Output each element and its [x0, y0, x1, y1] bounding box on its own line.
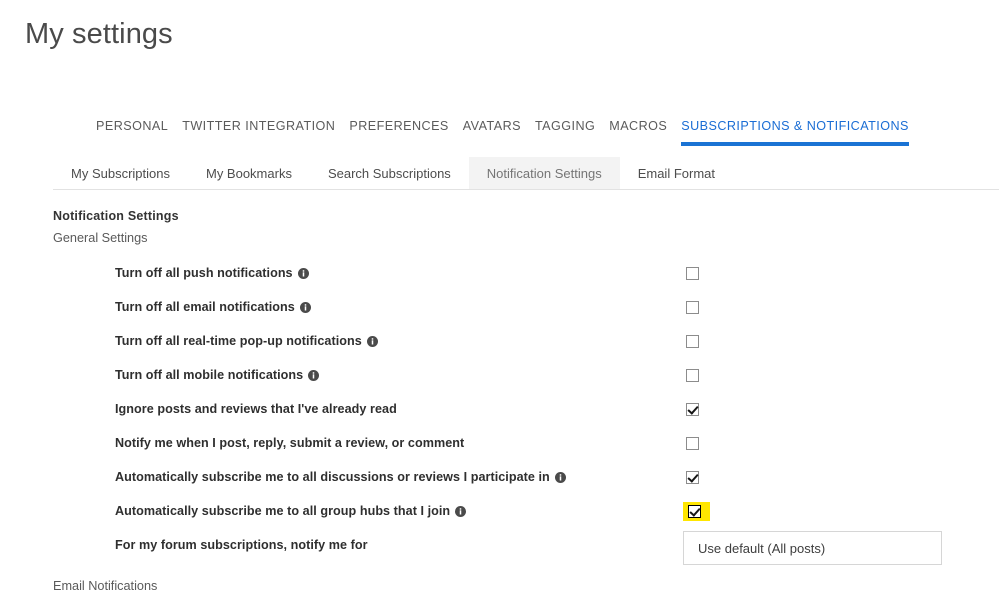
info-circle-icon[interactable]: [554, 472, 566, 483]
settings-row: Automatically subscribe me to all group …: [0, 494, 999, 528]
settings-row-label-text: Automatically subscribe me to all group …: [115, 504, 451, 518]
info-circle-icon[interactable]: [366, 336, 378, 347]
forum-subscription-select[interactable]: Use default (All posts): [683, 531, 942, 565]
checkbox-wrapper: [683, 265, 702, 282]
sub-nav: My Subscriptions My Bookmarks Search Subsc…: [53, 157, 999, 190]
primary-nav-item-0[interactable]: PERSONAL: [96, 118, 168, 134]
settings-row-label: Turn off all mobile notifications: [115, 368, 320, 382]
info-circle-icon[interactable]: [455, 506, 467, 517]
checkbox-wrapper: [683, 401, 702, 418]
settings-row-label-text: Turn off all email notifications: [115, 300, 295, 314]
settings-row-label: Ignore posts and reviews that I've alrea…: [115, 402, 397, 416]
settings-row-control: [683, 494, 710, 528]
settings-row-label: Notify me when I post, reply, submit a r…: [115, 436, 464, 450]
settings-checkbox[interactable]: [686, 470, 699, 484]
checkbox-wrapper: [683, 367, 702, 384]
settings-row-control: [683, 358, 702, 392]
settings-row: Ignore posts and reviews that I've alrea…: [0, 392, 999, 426]
settings-row-control: [683, 460, 702, 494]
settings-checkbox[interactable]: [686, 334, 699, 348]
primary-nav-item-5[interactable]: MACROS: [609, 118, 667, 134]
sub-nav-item-3[interactable]: Notification Settings: [468, 157, 620, 189]
sub-nav-item-0[interactable]: My Subscriptions: [53, 157, 188, 189]
sub-nav-item-4[interactable]: Email Format: [620, 157, 733, 189]
primary-nav-item-2[interactable]: PREFERENCES: [349, 118, 448, 134]
settings-row-label: Turn off all email notifications: [115, 300, 311, 314]
settings-row-label: For my forum subscriptions, notify me fo…: [115, 538, 368, 552]
primary-nav: PERSONAL TWITTER INTEGRATION PREFERENCES AV…: [96, 118, 909, 148]
settings-row-label-text: Turn off all real-time pop-up notificati…: [115, 334, 362, 348]
settings-row-label-text: Turn off all mobile notifications: [115, 368, 304, 382]
settings-row-label-text: Ignore posts and reviews that I've alrea…: [115, 402, 397, 416]
section-subtitle: General Settings: [53, 231, 148, 245]
checkbox-highlight-wrapper: [683, 501, 710, 521]
settings-row-label: Turn off all push notifications: [115, 266, 309, 280]
settings-row-control: [683, 256, 702, 290]
settings-row-control: [683, 290, 702, 324]
settings-row: Automatically subscribe me to all discus…: [0, 460, 999, 494]
settings-row: Turn off all push notifications: [0, 256, 999, 290]
settings-row-label-text: For my forum subscriptions, notify me fo…: [115, 538, 368, 552]
primary-nav-item-1[interactable]: TWITTER INTEGRATION: [182, 118, 335, 134]
primary-nav-item-4[interactable]: TAGGING: [535, 118, 595, 134]
checkbox-wrapper: [683, 333, 702, 350]
info-circle-icon[interactable]: [308, 370, 320, 381]
settings-checkbox[interactable]: [686, 402, 699, 416]
settings-row: Notify me when I post, reply, submit a r…: [0, 426, 999, 460]
sub-nav-item-1[interactable]: My Bookmarks: [188, 157, 310, 189]
checkbox-wrapper: [683, 435, 702, 452]
settings-checkbox[interactable]: [686, 368, 699, 382]
settings-row: Turn off all real-time pop-up notificati…: [0, 324, 999, 358]
settings-row-label: Automatically subscribe me to all group …: [115, 504, 467, 518]
settings-checkbox[interactable]: [686, 300, 699, 314]
info-circle-icon[interactable]: [299, 302, 311, 313]
settings-row: Turn off all email notifications: [0, 290, 999, 324]
settings-list: Turn off all push notifications Turn off …: [0, 256, 999, 562]
settings-row-control: [683, 324, 702, 358]
info-circle-icon[interactable]: [297, 268, 309, 279]
settings-row-control: [683, 392, 702, 426]
checkbox-wrapper: [683, 469, 702, 486]
primary-nav-item-3[interactable]: AVATARS: [463, 118, 521, 134]
settings-page: My settings PERSONAL TWITTER INTEGRATION P…: [0, 0, 999, 601]
section-title: Notification Settings: [53, 209, 179, 223]
settings-checkbox[interactable]: [686, 266, 699, 280]
settings-row-label-text: Automatically subscribe me to all discus…: [115, 470, 550, 484]
page-title: My settings: [25, 18, 173, 50]
settings-row-label-text: Notify me when I post, reply, submit a r…: [115, 436, 465, 450]
settings-checkbox[interactable]: [688, 504, 701, 518]
settings-row-label: Turn off all real-time pop-up notificati…: [115, 334, 378, 348]
checkbox-wrapper: [683, 299, 702, 316]
section-footer-heading: Email Notifications: [53, 579, 158, 593]
settings-row: Turn off all mobile notifications: [0, 358, 999, 392]
settings-row-control: [683, 426, 702, 460]
settings-row-label-text: Turn off all push notifications: [115, 266, 293, 280]
settings-row-label: Automatically subscribe me to all discus…: [115, 470, 566, 484]
sub-nav-item-2[interactable]: Search Subscriptions: [310, 157, 469, 189]
settings-checkbox[interactable]: [686, 436, 699, 450]
primary-nav-item-6[interactable]: SUBSCRIPTIONS & NOTIFICATIONS: [681, 118, 909, 146]
